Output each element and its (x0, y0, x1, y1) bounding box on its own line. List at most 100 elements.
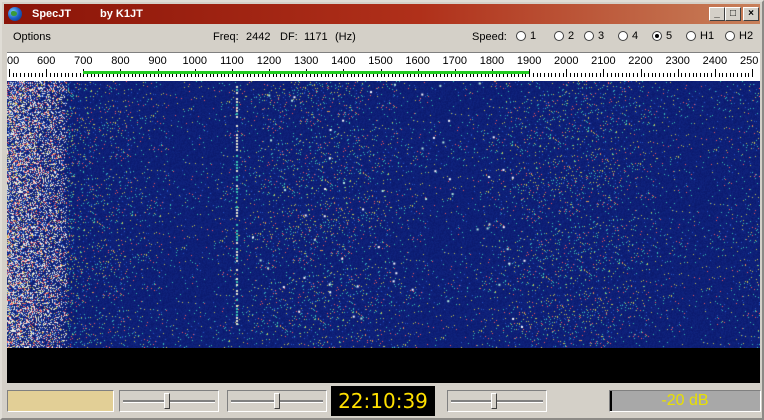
ruler-minor-tick (555, 73, 556, 77)
close-button[interactable]: × (743, 7, 759, 21)
ruler-minor-tick (711, 73, 712, 77)
ruler-major-tick (566, 69, 567, 77)
ruler-minor-tick (655, 73, 656, 77)
ruler-minor-tick (674, 73, 675, 77)
radio-circle[interactable] (618, 31, 628, 41)
maximize-button[interactable]: □ (725, 7, 741, 21)
window-author: by K1JT (100, 8, 143, 20)
ruler-tick-label: 1400 (331, 55, 356, 67)
radio-circle[interactable] (652, 31, 662, 41)
speed-radio-1[interactable]: 1 (516, 30, 536, 42)
ruler-tick-label: 2100 (591, 55, 616, 67)
ruler-minor-tick (726, 73, 727, 77)
waterfall-canvas[interactable] (7, 81, 760, 348)
radio-circle[interactable] (554, 31, 564, 41)
ruler-minor-tick (585, 73, 586, 77)
waterfall-display[interactable] (7, 81, 760, 348)
ruler-minor-tick (644, 73, 645, 77)
ruler-minor-tick (574, 73, 575, 77)
ruler-tick-label: 2000 (554, 55, 579, 67)
ruler-minor-tick (648, 73, 649, 77)
speed-radio-3[interactable]: 3 (584, 30, 604, 42)
speed-label: Speed: (472, 31, 507, 43)
ruler-tick-label: 1200 (256, 55, 282, 67)
window-title: SpecJT (32, 8, 72, 20)
ruler-minor-tick (707, 73, 708, 77)
ruler-tick-label: 2300 (665, 55, 690, 67)
ruler-minor-tick (741, 73, 742, 77)
ruler-minor-tick (559, 73, 560, 77)
ruler-tick-label: 800 (111, 55, 130, 67)
slider-thumb[interactable] (164, 393, 170, 409)
df-value: 1171 (304, 31, 328, 43)
ruler-major-tick (752, 69, 753, 77)
radio-label: 5 (666, 30, 673, 42)
ruler-minor-tick (570, 73, 571, 77)
ruler-minor-tick (663, 73, 664, 77)
speed-radio-5[interactable]: 5 (652, 30, 672, 42)
radio-circle[interactable] (516, 31, 526, 41)
ruler-tick-label: 1000 (182, 55, 207, 67)
ruler-minor-tick (667, 73, 668, 77)
ruler-tick-label: 2400 (702, 55, 728, 67)
ruler-tick-label: 1500 (368, 55, 393, 67)
ruler-tick-label: 00 (7, 55, 20, 67)
brightness-slider[interactable] (119, 390, 219, 412)
speed-radio-2[interactable]: 2 (554, 30, 574, 42)
globe-icon[interactable] (8, 7, 22, 21)
status-color-panel (7, 390, 114, 412)
ruler-minor-tick (31, 73, 32, 77)
ruler-minor-tick (68, 73, 69, 77)
ruler-minor-tick (615, 73, 616, 77)
ruler-tick-label: 1100 (220, 55, 244, 67)
df-unit: (Hz) (335, 31, 356, 43)
ruler-minor-tick (704, 73, 705, 77)
ruler-minor-tick (50, 73, 51, 77)
ruler-minor-tick (730, 73, 731, 77)
ruler-minor-tick (76, 73, 77, 77)
ruler-major-tick (715, 69, 716, 77)
ruler-minor-tick (548, 73, 549, 77)
gain-slider[interactable] (447, 390, 547, 412)
ruler-major-tick (46, 69, 47, 77)
speed-radio-h1[interactable]: H1 (686, 30, 714, 42)
ruler-tick-label: 250 (740, 55, 759, 67)
ruler-minor-tick (80, 73, 81, 77)
ruler-minor-tick (600, 73, 601, 77)
radio-circle[interactable] (686, 31, 696, 41)
contrast-slider[interactable] (227, 390, 327, 412)
slider-thumb[interactable] (491, 393, 497, 409)
ruler-minor-tick (618, 73, 619, 77)
ruler-minor-tick (28, 73, 29, 77)
ruler-minor-tick (722, 73, 723, 77)
ruler-tick-label: 2200 (628, 55, 653, 67)
ruler-minor-tick (737, 73, 738, 77)
frequency-ruler[interactable]: 00 600 700 800 900 1000 1100 1200 1300 1400 1500 16… (7, 52, 760, 81)
ruler-minor-tick (689, 73, 690, 77)
level-marker (610, 391, 612, 411)
menu-options[interactable]: Options (13, 31, 51, 43)
ruler-minor-tick (607, 73, 608, 77)
ruler-minor-tick (622, 73, 623, 77)
radio-circle[interactable] (725, 31, 735, 41)
title-bar[interactable]: SpecJT by K1JT _ □ × (4, 4, 760, 24)
ruler-major-tick (529, 69, 530, 77)
ruler-minor-tick (20, 73, 21, 77)
utc-clock: 22:10:39 (331, 386, 435, 416)
freq-label: Freq: (213, 31, 239, 43)
ruler-minor-tick (626, 73, 627, 77)
ruler-minor-tick (633, 73, 634, 77)
ruler-tick-label: 600 (36, 55, 56, 67)
radio-label: 4 (632, 30, 639, 42)
ruler-minor-tick (659, 73, 660, 77)
specjt-window: SpecJT by K1JT _ □ × Options Freq: 2442 … (0, 0, 764, 420)
speed-radio-4[interactable]: 4 (618, 30, 638, 42)
radio-circle[interactable] (584, 31, 594, 41)
ruler-minor-tick (537, 73, 538, 77)
df-label: DF: (280, 31, 298, 43)
ruler-tick-label: 700 (74, 55, 93, 67)
speed-radio-h2[interactable]: H2 (725, 30, 753, 42)
minimize-button[interactable]: _ (709, 7, 725, 21)
slider-thumb[interactable] (274, 393, 280, 409)
ruler-minor-tick (629, 73, 630, 77)
